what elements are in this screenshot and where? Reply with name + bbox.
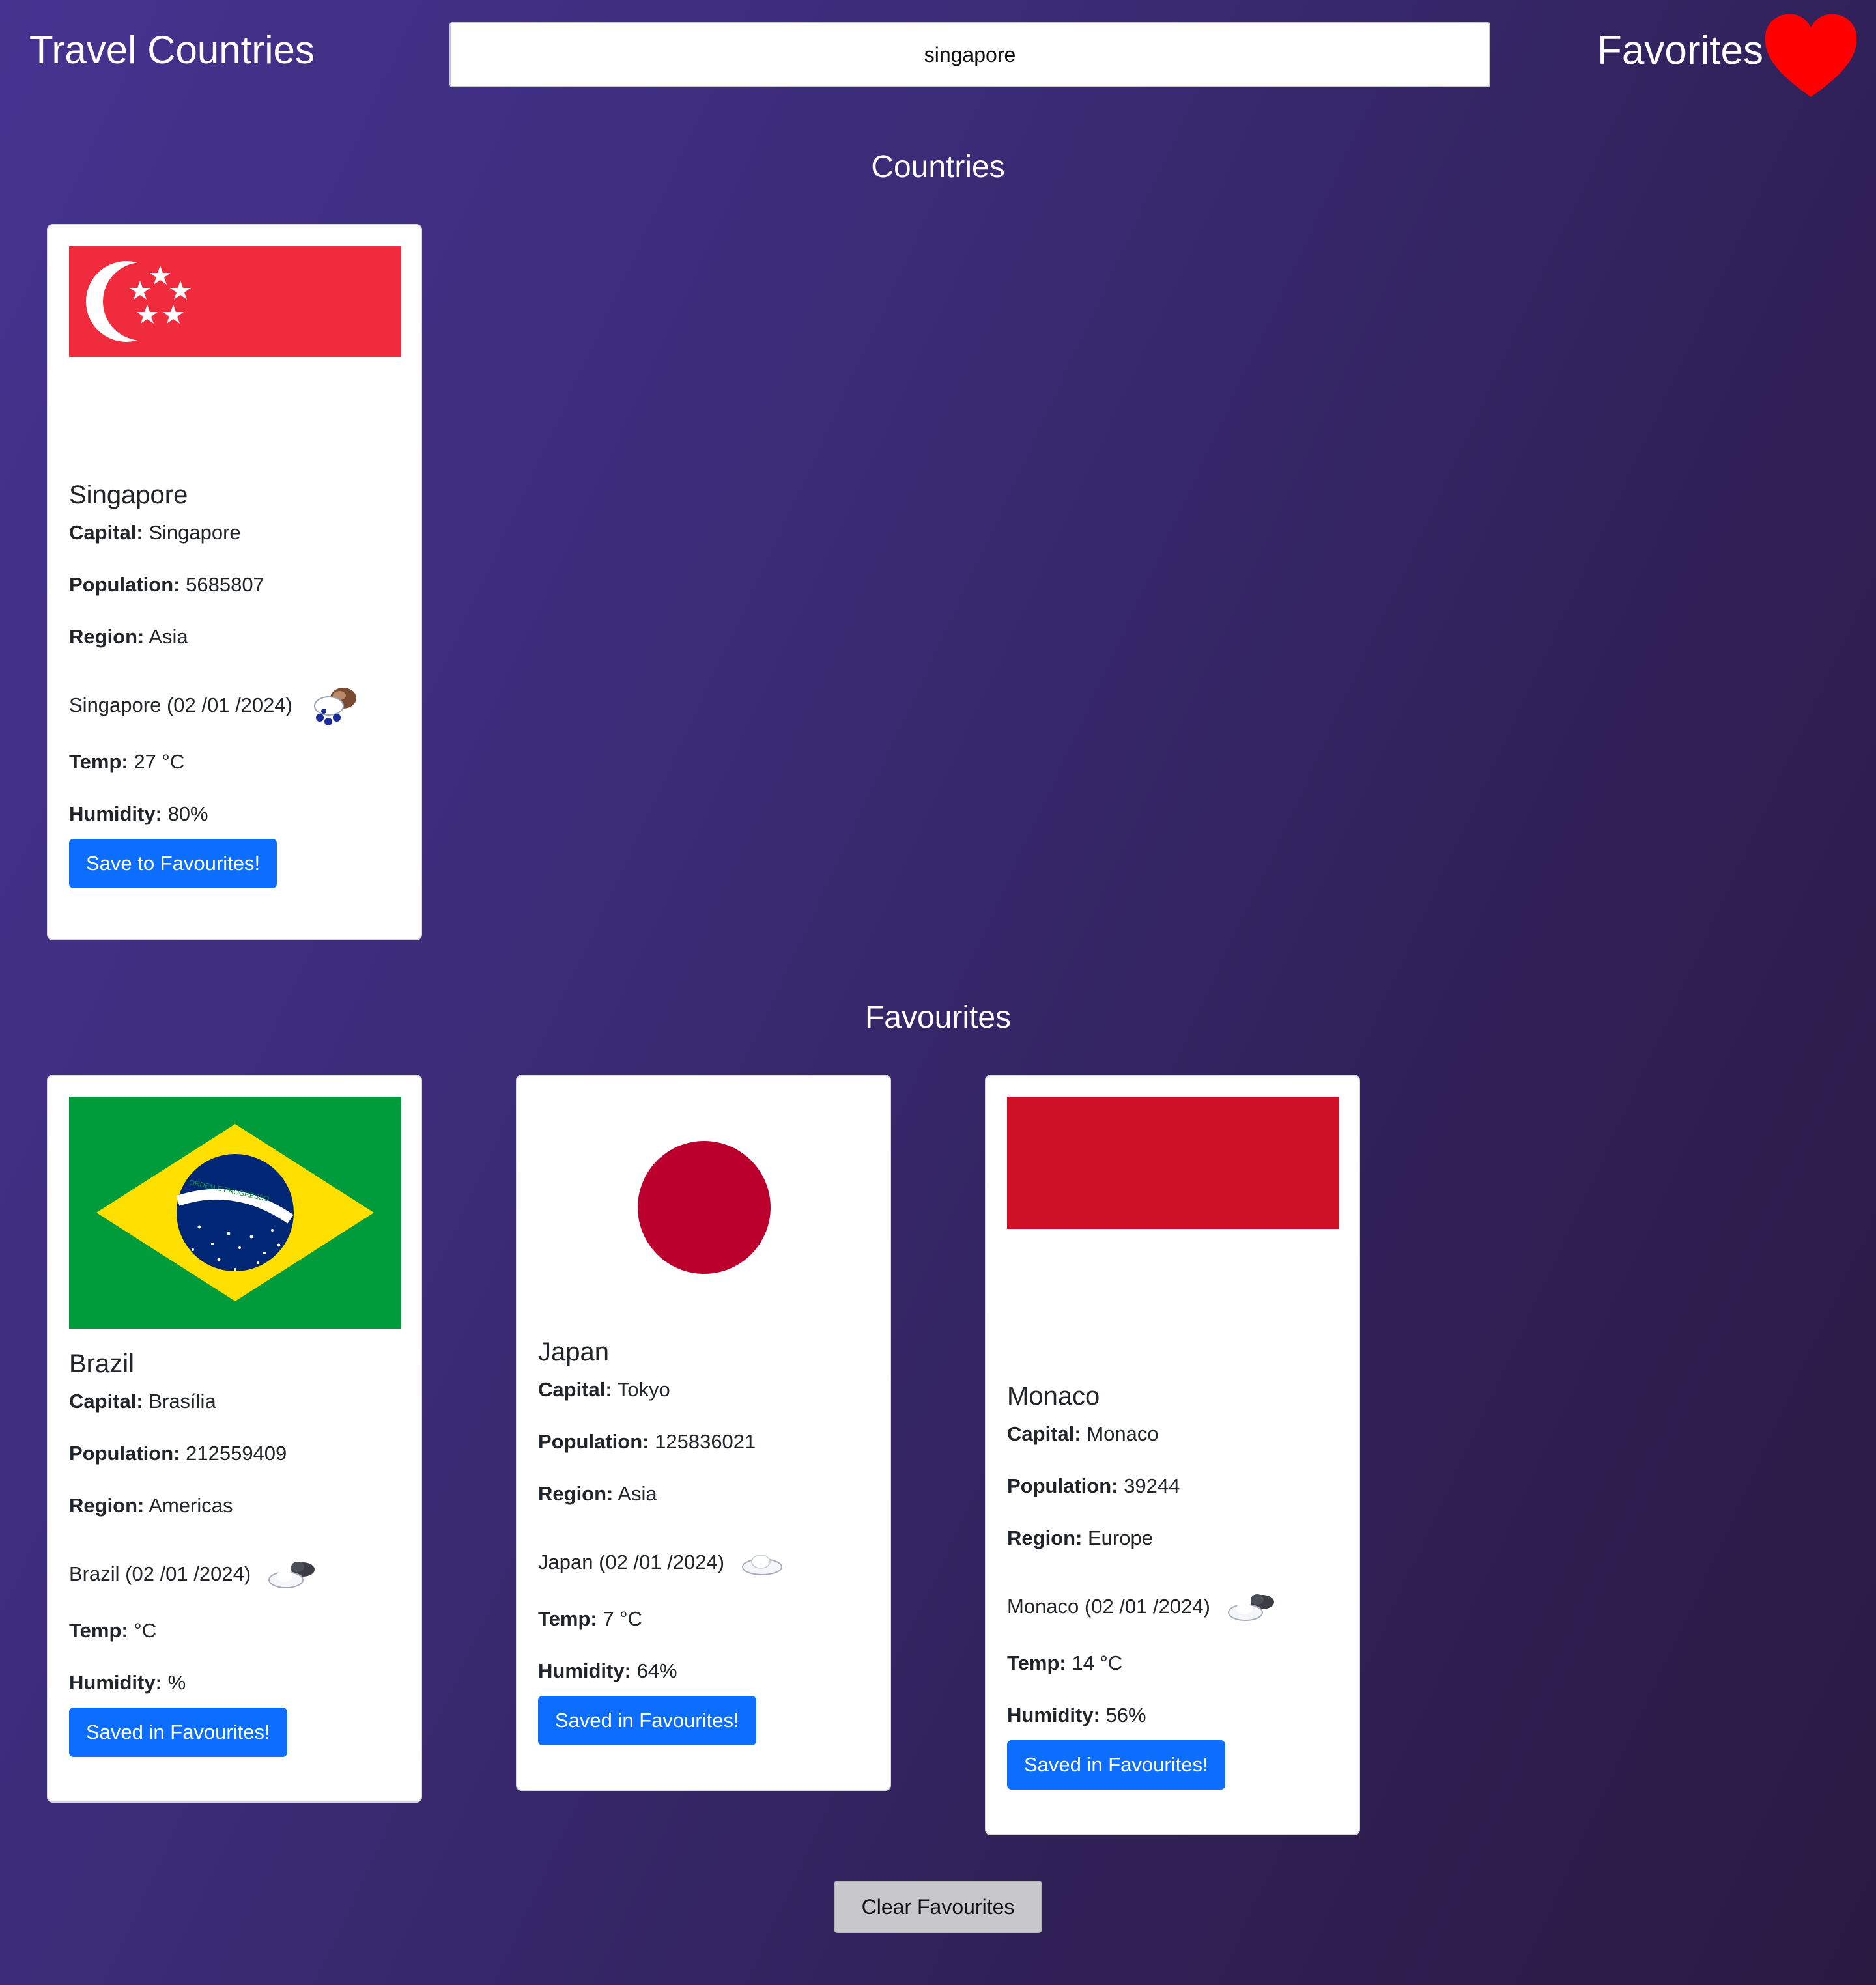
temp-field: Temp: 14 °C [1007,1652,1123,1674]
capital-field: Capital: Monaco [1007,1422,1159,1445]
temp-field: Temp: °C [69,1619,157,1642]
weather-place-date: Japan (02 /01 /2024) [538,1551,725,1573]
capital-value: Brasília [149,1390,216,1413]
country-card-singapore: Singapore Capital: Singapore Population:… [47,224,422,940]
population-value: 39244 [1124,1474,1180,1497]
saved-in-favourites-button[interactable]: Saved in Favourites! [538,1696,756,1745]
region-field: Region: Americas [69,1494,233,1517]
rain-cloud-icon [313,688,356,725]
weather-place-date: Brazil (02 /01 /2024) [69,1562,251,1585]
humidity-field: Humidity: 64% [538,1659,677,1682]
app-header: Travel Countries Favorites [0,0,1876,111]
humidity-value: 56% [1105,1704,1146,1726]
region-field: Region: Asia [538,1482,657,1505]
capital-value: Monaco [1087,1422,1159,1445]
humidity-value: 64% [636,1659,677,1682]
region-value: Europe [1088,1527,1153,1549]
population-value: 212559409 [186,1442,287,1465]
population-field: Population: 39244 [1007,1474,1180,1497]
favourite-card-brazil: ORDEM E PROGRESSO Brazil Capital: Brasíl… [47,1075,422,1803]
humidity-field: Humidity: 80% [69,802,208,825]
brazil-flag: ORDEM E PROGRESSO [69,1097,401,1329]
temp-value: °C [134,1619,157,1642]
country-name: Singapore [69,481,188,509]
card-body: Brazil Capital: Brasília Population: 212… [69,1348,401,1757]
country-name: Japan [538,1338,609,1366]
capital-field: Capital: Tokyo [538,1378,670,1401]
singapore-flag [69,246,401,357]
country-name: Monaco [1007,1382,1100,1411]
saved-in-favourites-button[interactable]: Saved in Favourites! [69,1708,287,1757]
favourites-section-title: Favourites [864,1000,1012,1035]
weather-line: Brazil (02 /01 /2024) [69,1545,401,1603]
favorites-link[interactable]: Favorites [1597,27,1763,74]
population-value: 5685807 [186,573,264,596]
temp-value: 7 °C [603,1607,642,1630]
humidity-field: Humidity: 56% [1007,1704,1146,1726]
temp-field: Temp: 7 °C [538,1607,642,1630]
region-field: Region: Europe [1007,1527,1153,1549]
favourite-card-monaco: Monaco Capital: Monaco Population: 39244… [985,1075,1360,1835]
capital-field: Capital: Brasília [69,1390,216,1413]
weather-line: Monaco (02 /01 /2024) [1007,1577,1339,1636]
cloudy-icon [268,1562,315,1588]
capital-value: Singapore [149,521,241,544]
favourite-card-japan: Japan Capital: Tokyo Population: 1258360… [516,1075,891,1791]
search-input[interactable] [449,22,1490,87]
humidity-field: Humidity: % [69,1671,186,1694]
region-value: Asia [149,625,188,648]
card-body: Singapore Capital: Singapore Population:… [69,479,401,888]
weather-place-date: Monaco (02 /01 /2024) [1007,1595,1210,1618]
clear-favourites-button[interactable]: Clear Favourites [834,1881,1042,1933]
temp-value: 14 °C [1072,1652,1123,1674]
app-title: Travel Countries [29,28,315,72]
japan-flag [538,1097,870,1318]
heart-icon[interactable] [1763,13,1859,99]
region-field: Region: Asia [69,625,188,648]
humidity-value: 80% [167,802,208,825]
capital-value: Tokyo [617,1378,670,1401]
population-value: 125836021 [655,1430,756,1453]
country-name: Brazil [69,1349,135,1378]
weather-line: Japan (02 /01 /2024) [538,1533,870,1592]
weather-line: Singapore (02 /01 /2024) [69,676,401,735]
population-field: Population: 5685807 [69,573,264,596]
population-field: Population: 125836021 [538,1430,756,1453]
cloudy-icon [1227,1594,1274,1621]
weather-place-date: Singapore (02 /01 /2024) [69,694,292,716]
countries-section-title: Countries [871,150,1005,184]
region-value: Americas [149,1494,233,1517]
save-to-favourites-button[interactable]: Save to Favourites! [69,839,277,888]
capital-field: Capital: Singapore [69,521,241,544]
card-body: Japan Capital: Tokyo Population: 1258360… [538,1336,870,1745]
temp-field: Temp: 27 °C [69,750,185,773]
saved-in-favourites-button[interactable]: Saved in Favourites! [1007,1740,1225,1790]
card-body: Monaco Capital: Monaco Population: 39244… [1007,1381,1339,1790]
humidity-value: % [167,1671,186,1694]
cloud-icon [742,1555,783,1575]
population-field: Population: 212559409 [69,1442,287,1465]
temp-value: 27 °C [134,750,185,773]
region-value: Asia [618,1482,657,1505]
monaco-flag [1007,1097,1339,1361]
